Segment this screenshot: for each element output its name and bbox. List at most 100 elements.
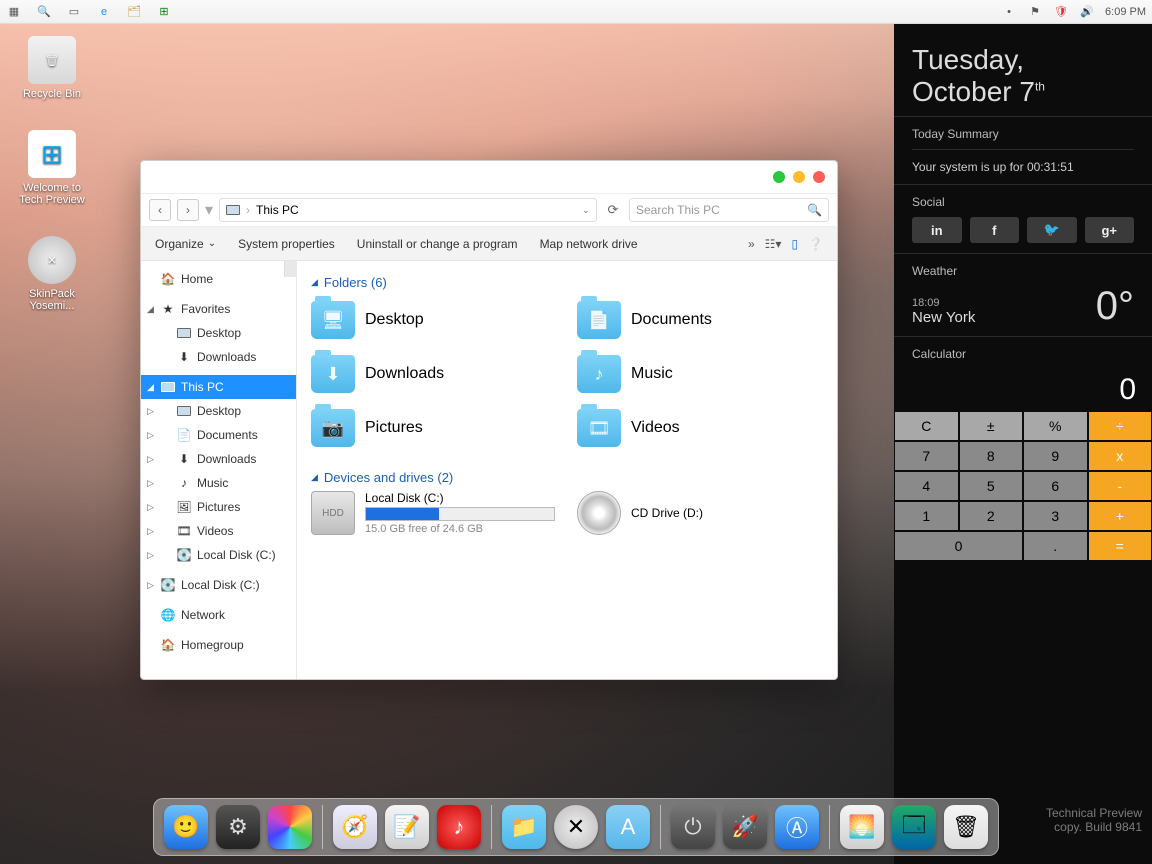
missioncontrol-dock-icon[interactable]: 🗔 — [892, 805, 936, 849]
skinpack-shortcut[interactable]: ✕ SkinPack Yosemi... — [12, 236, 92, 312]
minimize-button[interactable] — [793, 171, 805, 183]
googleplus-button[interactable]: g+ — [1085, 217, 1135, 243]
close-button[interactable] — [813, 171, 825, 183]
calc-key-÷[interactable]: ÷ — [1088, 411, 1152, 441]
drive-local-c[interactable]: HDD Local Disk (C:) 15.0 GB free of 24.6… — [311, 491, 557, 535]
devices-section-header[interactable]: ◢Devices and drives (2) — [311, 470, 823, 485]
ie-icon[interactable]: e — [96, 4, 112, 20]
recycle-bin[interactable]: 🗑 Recycle Bin — [12, 36, 92, 100]
breadcrumb[interactable]: › This PC ⌄ — [219, 198, 597, 222]
uninstall-program-button[interactable]: Uninstall or change a program — [357, 237, 518, 251]
start-icon[interactable]: ▦ — [6, 4, 22, 20]
overflow-icon[interactable]: » — [748, 237, 755, 251]
appstore2-dock-icon[interactable]: Ⓐ — [775, 805, 819, 849]
launchpad-dock-icon[interactable]: 🚀 — [723, 805, 767, 849]
back-button[interactable]: ‹ — [149, 199, 171, 221]
expand-icon[interactable]: ▷ — [147, 430, 154, 441]
nav-desktop[interactable]: ▷Desktop — [141, 399, 296, 423]
power-dock-icon[interactable]: ⏻ — [671, 805, 715, 849]
nav-documents[interactable]: ▷📄Documents — [141, 423, 296, 447]
calc-key-C[interactable]: C — [894, 411, 959, 441]
weather-widget[interactable]: 18:09 New York 0° — [912, 286, 1134, 326]
help-icon[interactable]: ❔ — [808, 237, 823, 251]
shield-alert-icon[interactable]: 🛡 — [1053, 4, 1069, 20]
folder-desktop[interactable]: 🖥Desktop — [311, 296, 557, 344]
calc-key-x[interactable]: x — [1088, 441, 1152, 471]
folder-dock-icon[interactable]: 📁 — [502, 805, 546, 849]
expand-icon[interactable]: ▷ — [147, 406, 154, 417]
yosemite-dock-icon[interactable]: ✕ — [554, 805, 598, 849]
linkedin-button[interactable]: in — [912, 217, 962, 243]
expand-icon[interactable]: ▷ — [147, 502, 154, 513]
map-network-drive-button[interactable]: Map network drive — [540, 237, 638, 251]
calc-key-6[interactable]: 6 — [1023, 471, 1088, 501]
tray-dot-icon[interactable]: • — [1001, 4, 1017, 20]
calc-key-=[interactable]: = — [1088, 531, 1152, 561]
collapse-icon[interactable]: ◢ — [147, 382, 154, 393]
folder-videos[interactable]: 🎞Videos — [577, 404, 823, 452]
collapse-icon[interactable]: ◢ — [147, 304, 154, 315]
nav-downloads[interactable]: ▷⬇Downloads — [141, 447, 296, 471]
calc-key-5[interactable]: 5 — [959, 471, 1024, 501]
calc-key-+[interactable]: + — [1088, 501, 1152, 531]
forward-button[interactable]: › — [177, 199, 199, 221]
calc-key--[interactable]: - — [1088, 471, 1152, 501]
safari-dock-icon[interactable]: 🧭 — [333, 805, 377, 849]
notes-dock-icon[interactable]: 📝 — [385, 805, 429, 849]
expand-icon[interactable]: ▷ — [147, 454, 154, 465]
appstore-dock-icon[interactable]: A — [606, 805, 650, 849]
expand-icon[interactable]: ▷ — [147, 478, 154, 489]
finder-dock-icon[interactable]: 🙂 — [164, 805, 208, 849]
folder-music[interactable]: ♪Music — [577, 350, 823, 398]
nav-localdisk-c[interactable]: ▷💽Local Disk (C:) — [141, 543, 296, 567]
nav-scrollbar[interactable] — [284, 261, 296, 277]
calc-key-±[interactable]: ± — [959, 411, 1024, 441]
nav-thispc[interactable]: ◢This PC — [141, 375, 296, 399]
system-properties-button[interactable]: System properties — [238, 237, 335, 251]
folders-section-header[interactable]: ◢Folders (6) — [311, 275, 823, 290]
calc-key-2[interactable]: 2 — [959, 501, 1024, 531]
calc-key-%[interactable]: % — [1023, 411, 1088, 441]
iphoto-dock-icon[interactable]: 🌅 — [840, 805, 884, 849]
nav-videos[interactable]: ▷🎞Videos — [141, 519, 296, 543]
nav-homegroup[interactable]: 🏠Homegroup — [141, 633, 296, 657]
calc-key-7[interactable]: 7 — [894, 441, 959, 471]
maximize-button[interactable] — [773, 171, 785, 183]
nav-fav-downloads[interactable]: ⬇Downloads — [141, 345, 296, 369]
volume-icon[interactable]: 🔊 — [1079, 4, 1095, 20]
itunes-dock-icon[interactable]: ♪ — [437, 805, 481, 849]
folder-documents[interactable]: 📄Documents — [577, 296, 823, 344]
nav-home[interactable]: 🏠Home — [141, 267, 296, 291]
expand-icon[interactable]: ▷ — [147, 580, 154, 591]
search-input[interactable]: Search This PC 🔍 — [629, 198, 829, 222]
calc-key-0[interactable]: 0 — [894, 531, 1023, 561]
breadcrumb-dropdown-icon[interactable]: ⌄ — [582, 205, 590, 216]
flag-icon[interactable]: ⚑ — [1027, 4, 1043, 20]
facebook-button[interactable]: f — [970, 217, 1020, 243]
folder-downloads[interactable]: ⬇Downloads — [311, 350, 557, 398]
calc-key-4[interactable]: 4 — [894, 471, 959, 501]
welcome-shortcut[interactable]: ⊞ Welcome to Tech Preview — [12, 130, 92, 206]
nav-localdisk-c-2[interactable]: ▷💽Local Disk (C:) — [141, 573, 296, 597]
nav-music[interactable]: ▷♪Music — [141, 471, 296, 495]
calc-key-.[interactable]: . — [1023, 531, 1088, 561]
calc-key-1[interactable]: 1 — [894, 501, 959, 531]
nav-network[interactable]: 🌐Network — [141, 603, 296, 627]
calc-key-8[interactable]: 8 — [959, 441, 1024, 471]
preview-pane-icon[interactable]: ▯ — [791, 237, 798, 251]
gamecenter-dock-icon[interactable] — [268, 805, 312, 849]
clock[interactable]: 6:09 PM — [1105, 6, 1146, 18]
expand-icon[interactable]: ▷ — [147, 526, 154, 537]
organize-menu[interactable]: Organize⌄ — [155, 237, 216, 251]
nav-fav-desktop[interactable]: Desktop — [141, 321, 296, 345]
calc-key-3[interactable]: 3 — [1023, 501, 1088, 531]
drive-cd-d[interactable]: CD Drive (D:) — [577, 491, 823, 535]
nav-favorites[interactable]: ◢★Favorites — [141, 297, 296, 321]
refresh-button[interactable]: ⟳ — [603, 202, 623, 218]
store-taskbar-icon[interactable]: ⊞ — [156, 4, 172, 20]
settings-dock-icon[interactable]: ⚙ — [216, 805, 260, 849]
twitter-button[interactable]: 🐦 — [1027, 217, 1077, 243]
expand-icon[interactable]: ▷ — [147, 550, 154, 561]
search-taskbar-icon[interactable]: 🔍 — [36, 4, 52, 20]
trash-dock-icon[interactable]: 🗑 — [944, 805, 988, 849]
